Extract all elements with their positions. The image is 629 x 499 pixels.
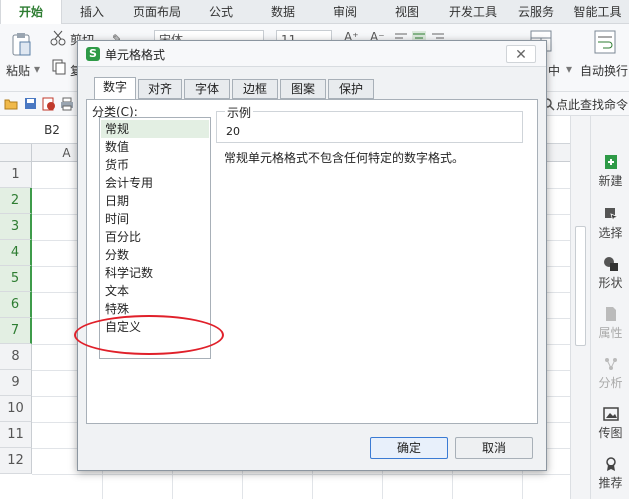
ribbon-tab-bar: 开始 插入 页面布局 公式 数据 审阅 视图 开发工具 云服务 智能工具 [0, 0, 629, 24]
paste-button[interactable]: 粘贴 [6, 62, 30, 79]
auto-wrap-button[interactable]: 自动换行 [580, 62, 628, 79]
row-header[interactable]: 4 [0, 240, 32, 266]
tab-font[interactable]: 字体 [184, 79, 230, 99]
task-shape[interactable]: 形状 [591, 256, 629, 291]
task-analysis[interactable]: 分析 [591, 356, 629, 391]
task-recommend-label: 推荐 [598, 476, 623, 490]
tab-home[interactable]: 开始 [0, 0, 62, 24]
scrollbar-thumb[interactable] [575, 226, 586, 346]
category-item[interactable]: 数值 [101, 138, 209, 156]
row-divider [32, 474, 570, 475]
row-header[interactable]: 9 [0, 370, 32, 396]
cancel-button[interactable]: 取消 [455, 437, 533, 459]
category-item[interactable]: 文本 [101, 282, 209, 300]
task-upload-image[interactable]: 传图 [591, 406, 629, 441]
tab-data[interactable]: 数据 [258, 0, 308, 24]
format-cells-dialog: S 单元格格式 ✕ 数字 对齐 字体 边框 图案 保护 分类(C): 常规 数值… [77, 40, 547, 471]
row-header[interactable]: 3 [0, 214, 32, 240]
task-select[interactable]: 选择 [591, 206, 629, 241]
recommend-icon [605, 457, 616, 471]
tab-review[interactable]: 审阅 [320, 0, 370, 24]
category-item[interactable]: 货币 [101, 156, 209, 174]
tab-page-layout[interactable]: 页面布局 [124, 0, 190, 24]
tab-smart-tools[interactable]: 智能工具 [566, 0, 629, 24]
task-shape-label: 形状 [598, 276, 623, 290]
category-item[interactable]: 分数 [101, 246, 209, 264]
format-description: 常规单元格格式不包含任何特定的数字格式。 [224, 151, 465, 165]
merge-dropdown-icon[interactable]: ▾ [566, 62, 572, 76]
select-icon [604, 208, 619, 222]
scissors-icon[interactable] [50, 30, 66, 46]
paste-dropdown-icon[interactable]: ▾ [34, 62, 40, 76]
tab-formulas[interactable]: 公式 [196, 0, 246, 24]
row-header[interactable]: 8 [0, 344, 32, 370]
find-command-input[interactable]: 点此查找命令 [556, 96, 628, 113]
tab-alignment[interactable]: 对齐 [138, 79, 182, 99]
wps-logo-icon: S [86, 47, 100, 61]
row-header[interactable]: 1 [0, 162, 32, 188]
task-upload-image-label: 传图 [598, 426, 623, 440]
new-icon [604, 155, 617, 169]
analysis-icon [604, 358, 617, 370]
category-item[interactable]: 时间 [101, 210, 209, 228]
close-button[interactable]: ✕ [506, 45, 536, 63]
category-item[interactable]: 日期 [101, 192, 209, 210]
row-header[interactable]: 10 [0, 396, 32, 422]
task-pane: 新建 选择 形状 属性 分析 传图 推荐 [590, 116, 629, 499]
row-header[interactable]: 11 [0, 422, 32, 448]
upload-image-icon [602, 407, 619, 421]
dialog-title-bar[interactable]: S 单元格格式 ✕ [78, 41, 546, 67]
wrap-text-icon[interactable] [594, 30, 616, 54]
row-header[interactable]: 2 [0, 188, 32, 214]
row-header[interactable]: 6 [0, 292, 32, 318]
dialog-title: 单元格格式 [105, 48, 166, 62]
row-header[interactable]: 5 [0, 266, 32, 292]
tab-pattern[interactable]: 图案 [280, 79, 326, 99]
task-analysis-label: 分析 [598, 376, 623, 390]
vertical-scrollbar[interactable] [570, 116, 590, 499]
merge-center-button[interactable]: 中 [548, 62, 560, 79]
task-recommend[interactable]: 推荐 [591, 456, 629, 491]
task-properties[interactable]: 属性 [591, 306, 629, 341]
properties-icon [605, 307, 616, 321]
tab-border[interactable]: 边框 [232, 79, 278, 99]
task-new-label: 新建 [598, 174, 623, 188]
sample-value: 20 [226, 125, 240, 138]
ok-button[interactable]: 确定 [370, 437, 448, 459]
sample-group [216, 111, 523, 143]
sample-label: 示例 [225, 104, 254, 121]
annotation-ellipse [74, 315, 224, 355]
row-header[interactable]: 7 [0, 318, 32, 344]
shape-icon [603, 257, 618, 271]
tab-view[interactable]: 视图 [382, 0, 432, 24]
select-all-corner[interactable] [0, 144, 32, 162]
print-icon[interactable] [60, 97, 74, 111]
save-icon[interactable] [24, 97, 37, 110]
open-folder-icon[interactable] [4, 97, 18, 110]
tab-protection[interactable]: 保护 [328, 79, 374, 99]
tab-developer[interactable]: 开发工具 [440, 0, 506, 24]
tab-insert[interactable]: 插入 [66, 0, 118, 24]
task-select-label: 选择 [598, 226, 623, 240]
paste-icon[interactable] [10, 32, 32, 58]
tab-number[interactable]: 数字 [94, 77, 136, 100]
row-header[interactable]: 12 [0, 448, 32, 474]
task-properties-label: 属性 [598, 326, 623, 340]
tab-cloud[interactable]: 云服务 [510, 0, 562, 24]
task-new[interactable]: 新建 [591, 154, 629, 189]
category-item[interactable]: 百分比 [101, 228, 209, 246]
category-item[interactable]: 科学记数 [101, 264, 209, 282]
export-pdf-icon[interactable] [42, 97, 56, 111]
category-item[interactable]: 常规 [101, 120, 209, 138]
copy-icon[interactable] [52, 59, 66, 75]
category-item[interactable]: 会计专用 [101, 174, 209, 192]
